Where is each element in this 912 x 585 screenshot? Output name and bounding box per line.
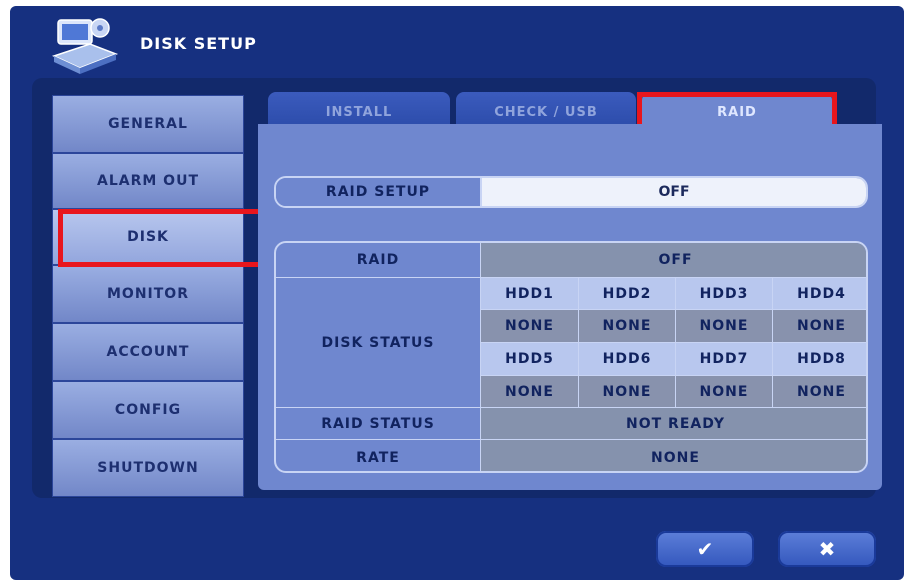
sidebar-item-label: SHUTDOWN [97,460,199,476]
tab-label: INSTALL [325,104,393,120]
raid-label: RAID [276,243,481,278]
hdd-label: HDD7 [676,343,773,376]
hdd-status: NONE [676,376,773,408]
close-icon: ✖ [818,537,836,561]
disk-status-label: DISK STATUS [276,278,481,408]
disk-setup-icon [51,18,119,74]
hdd-status: NONE [481,376,579,408]
sidebar-item-label: ALARM OUT [97,173,199,189]
hdd-label: HDD3 [676,278,773,310]
tab-label: CHECK / USB [494,104,598,120]
hdd-label: HDD5 [481,343,579,376]
rate-value: NONE [481,440,866,471]
hdd-label: HDD8 [773,343,866,376]
raid-status-label: RAID STATUS [276,408,481,440]
hdd-status: NONE [773,376,866,408]
window-title: DISK SETUP [140,34,257,53]
raid-status-value: NOT READY [481,408,866,440]
check-icon: ✔ [696,537,714,561]
hdd-status: NONE [481,310,579,343]
hdd-label: HDD2 [579,278,676,310]
raid-setup-select[interactable]: OFF [482,178,866,206]
sidebar-item-label: MONITOR [107,286,189,302]
disk-highlight-box [58,209,263,267]
hdd-status: NONE [773,310,866,343]
hdd-status: NONE [579,310,676,343]
raid-status-table: RAID OFF DISK STATUS HDD1 HDD2 HDD3 HDD4… [274,241,868,473]
sidebar-item-config[interactable]: CONFIG [52,381,244,439]
sidebar-item-label: CONFIG [114,402,182,418]
rate-label: RATE [276,440,481,471]
sidebar-item-account[interactable]: ACCOUNT [52,323,244,381]
hdd-status: NONE [579,376,676,408]
confirm-button[interactable]: ✔ [656,531,754,567]
hdd-label: HDD4 [773,278,866,310]
sidebar-item-label: ACCOUNT [106,344,190,360]
sidebar-item-monitor[interactable]: MONITOR [52,265,244,323]
hdd-label: HDD6 [579,343,676,376]
sidebar-item-shutdown[interactable]: SHUTDOWN [52,439,244,497]
sidebar-item-alarm-out[interactable]: ALARM OUT [52,153,244,209]
title-bar: DISK SETUP [10,6,904,86]
sidebar-item-general[interactable]: GENERAL [52,95,244,153]
sidebar-item-label: GENERAL [108,116,188,132]
raid-value: OFF [481,243,866,278]
raid-setup-row: RAID SETUP OFF [274,176,868,208]
hdd-status: NONE [676,310,773,343]
hdd-label: HDD1 [481,278,579,310]
cancel-button[interactable]: ✖ [778,531,876,567]
raid-setup-label: RAID SETUP [276,178,482,206]
